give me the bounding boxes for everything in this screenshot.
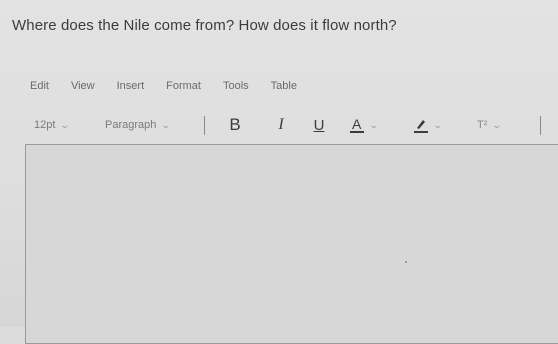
italic-button[interactable]: I bbox=[273, 114, 289, 136]
text-color-icon: A bbox=[350, 116, 364, 134]
italic-icon: I bbox=[278, 116, 284, 133]
editor-menubar: Edit View Insert Format Tools Table bbox=[30, 80, 319, 92]
font-size-value: 12pt bbox=[34, 119, 56, 131]
chevron-down-icon: ⌄ bbox=[432, 119, 443, 130]
menu-edit[interactable]: Edit bbox=[30, 80, 49, 92]
highlighter-icon bbox=[414, 116, 428, 134]
text-color-button[interactable]: A ⌄ bbox=[350, 114, 379, 136]
menu-insert[interactable]: Insert bbox=[117, 80, 145, 92]
underline-button[interactable]: U bbox=[310, 114, 328, 136]
superscript-icon: T² bbox=[477, 119, 488, 131]
menu-tools[interactable]: Tools bbox=[223, 80, 249, 92]
bold-icon: B bbox=[229, 115, 241, 134]
font-size-select[interactable]: 12pt ⌄ bbox=[34, 114, 71, 136]
menu-view[interactable]: View bbox=[71, 80, 95, 92]
menu-table[interactable]: Table bbox=[271, 80, 297, 92]
bold-button[interactable]: B bbox=[226, 114, 244, 136]
block-format-value: Paragraph bbox=[105, 119, 157, 131]
superscript-button[interactable]: T² ⌄ bbox=[477, 114, 503, 136]
block-format-select[interactable]: Paragraph ⌄ bbox=[105, 114, 172, 136]
menu-format[interactable]: Format bbox=[166, 80, 201, 92]
chevron-down-icon: ⌄ bbox=[368, 119, 379, 130]
rich-text-editor-area[interactable] bbox=[25, 144, 558, 344]
question-text: Where does the Nile come from? How does … bbox=[12, 17, 397, 34]
underline-icon: U bbox=[313, 116, 325, 134]
chevron-down-icon: ⌄ bbox=[161, 119, 172, 130]
editor-toolbar: 12pt ⌄ Paragraph ⌄ B I U A ⌄ ⌄ T² ⌄ bbox=[30, 114, 550, 136]
cursor-dot bbox=[405, 261, 407, 263]
chevron-down-icon: ⌄ bbox=[492, 119, 503, 130]
toolbar-divider bbox=[540, 116, 541, 135]
page: Where does the Nile come from? How does … bbox=[0, 0, 558, 344]
highlight-color-button[interactable]: ⌄ bbox=[414, 114, 443, 136]
chevron-down-icon: ⌄ bbox=[60, 119, 71, 130]
toolbar-divider bbox=[204, 116, 205, 135]
